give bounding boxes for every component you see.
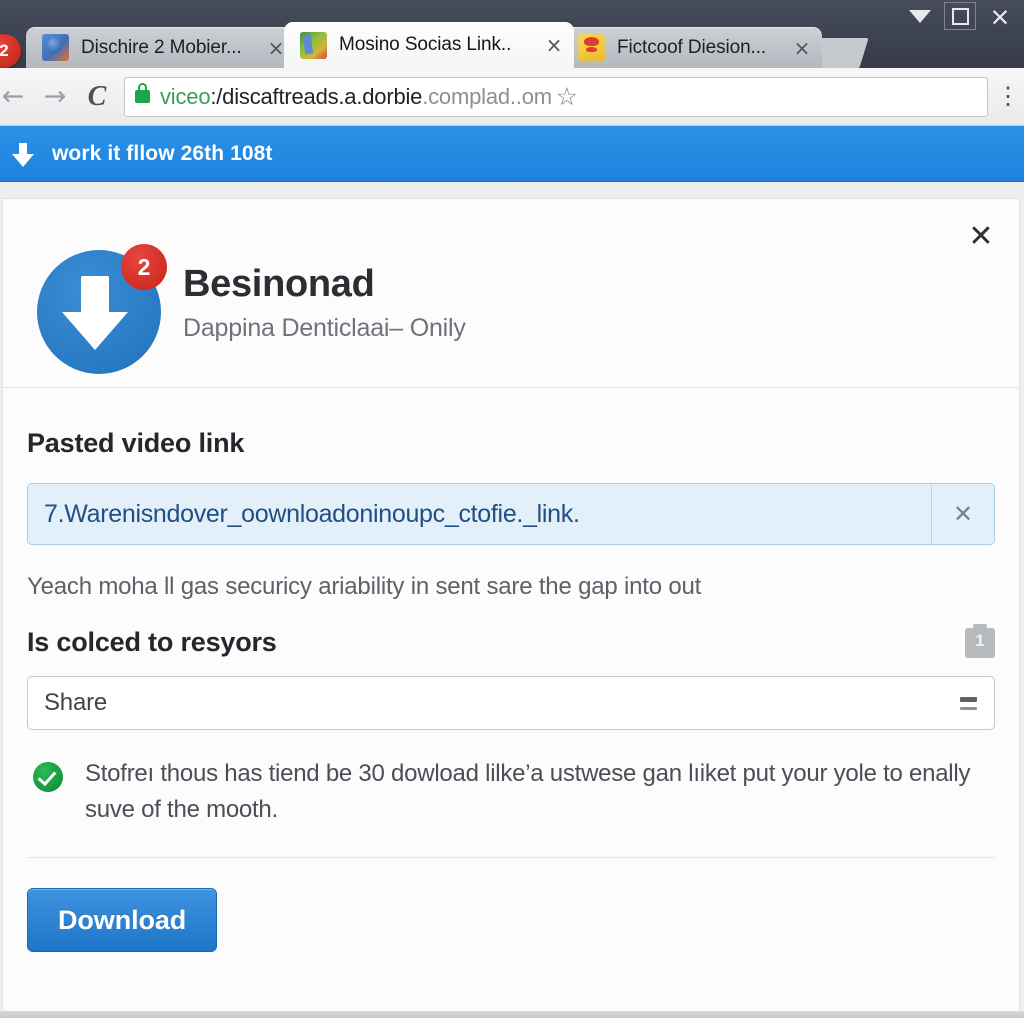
helper-text: Yeach moha ll gas securicy ariability in…	[27, 573, 702, 600]
status-note-text: Stofreı thous has tiend be 30 dowload li…	[85, 760, 971, 824]
address-bar-text: viceo:/discaftreads.a.dorbie.complad..om	[160, 84, 552, 110]
dialog-title: Besinonad	[183, 262, 375, 305]
tab-favicon-icon	[300, 31, 327, 59]
browser-tab-3[interactable]: Fictcoof Diesion... ×	[562, 27, 822, 68]
options-label: Is colced to resyors	[27, 627, 277, 657]
lock-icon	[135, 83, 150, 103]
reload-button[interactable]: C	[76, 76, 118, 118]
address-bar[interactable]: viceo:/discaftreads.a.dorbie.complad..om…	[124, 76, 988, 117]
updown-arrows-icon	[958, 696, 978, 710]
dialog-header-texts: Besinonad Dappina Denticlaai– Onily	[183, 262, 466, 352]
download-badge-icon: 2	[29, 242, 167, 374]
address-toolbar: ← → C viceo:/discaftreads.a.dorbie.compl…	[0, 68, 1024, 126]
tab-title: Mosino Socias Link..	[339, 34, 512, 55]
url-host: :/discaftreads.a.dorbie	[210, 83, 423, 109]
check-circle-icon	[33, 762, 63, 792]
download-button[interactable]: Download	[27, 887, 218, 952]
browser-titlebar: × 2 Dischire 2 Mobier... × Mosino Socias…	[0, 0, 1024, 68]
close-icon: ×	[989, 1, 1011, 31]
page-content: ✕ 2 Besinonad Dappina Denticlaai– Onily …	[0, 182, 1024, 1018]
bookmark-star-icon[interactable]: ☆	[552, 82, 582, 111]
notification-badge[interactable]: 2	[0, 34, 21, 68]
minimize-button[interactable]	[900, 1, 940, 31]
restore-button[interactable]	[944, 2, 976, 30]
share-select-value: Share	[44, 689, 108, 716]
download-count-badge: 2	[121, 244, 167, 290]
tab-close-icon[interactable]: ×	[540, 31, 568, 59]
dialog-subtitle: Dappina Denticlaai– Onily	[183, 314, 466, 343]
tab-title: Fictcoof Diesion...	[617, 36, 767, 58]
window-controls: ×	[900, 0, 1020, 32]
dialog-header: 2 Besinonad Dappina Denticlaai– Onily	[3, 199, 1019, 387]
forward-button[interactable]: →	[34, 76, 76, 118]
browser-window: × 2 Dischire 2 Mobier... × Mosino Socias…	[0, 0, 1024, 1024]
options-label-row: Is colced to resyors	[27, 623, 995, 658]
pasted-link-label: Pasted video link	[27, 428, 245, 458]
tab-strip: 2 Dischire 2 Mobier... × Mosino Socias L…	[0, 20, 1024, 68]
url-scheme: viceo	[160, 83, 211, 109]
dialog-body: Pasted video link 7.Warenisndover_oownlo…	[3, 428, 1019, 952]
url-rest: .complad..om	[422, 83, 552, 109]
header-divider	[3, 387, 1019, 388]
share-select[interactable]: Share	[27, 676, 995, 730]
tab-favicon-icon	[578, 34, 605, 61]
dialog-close-button[interactable]: ✕	[961, 217, 1001, 257]
browser-menu-icon[interactable]: ⋮	[996, 84, 1020, 108]
pasted-link-value: 7.Warenisndover_oownloadoninoupc_ctofie.…	[44, 499, 580, 528]
browser-tab-2-active[interactable]: Mosino Socias Link.. ×	[284, 22, 574, 68]
caret-down-icon	[909, 9, 931, 23]
window-bottom-edge	[0, 1011, 1024, 1018]
download-notification-bar[interactable]: work it fllow 26th 108t	[0, 126, 1024, 182]
note-icon[interactable]	[965, 623, 995, 658]
window-close-button[interactable]: ×	[980, 1, 1020, 31]
dialog-footer: Download	[27, 858, 995, 952]
pasted-link-input[interactable]: 7.Warenisndover_oownloadoninoupc_ctofie.…	[27, 483, 995, 545]
status-note-row: Stofreı thous has tiend be 30 dowload li…	[27, 756, 995, 829]
square-icon	[951, 7, 969, 25]
tab-title: Dischire 2 Mobier...	[81, 36, 242, 58]
notification-bar-text: work it fllow 26th 108t	[52, 141, 273, 165]
download-arrow-icon	[8, 139, 38, 169]
back-button[interactable]: ←	[0, 76, 34, 118]
tab-favicon-icon	[42, 34, 69, 61]
tab-close-icon[interactable]: ×	[788, 34, 816, 62]
browser-tab-1[interactable]: Dischire 2 Mobier... ×	[26, 27, 296, 68]
clear-link-icon[interactable]: ✕	[931, 484, 994, 544]
download-dialog: ✕ 2 Besinonad Dappina Denticlaai– Onily …	[2, 198, 1020, 1016]
